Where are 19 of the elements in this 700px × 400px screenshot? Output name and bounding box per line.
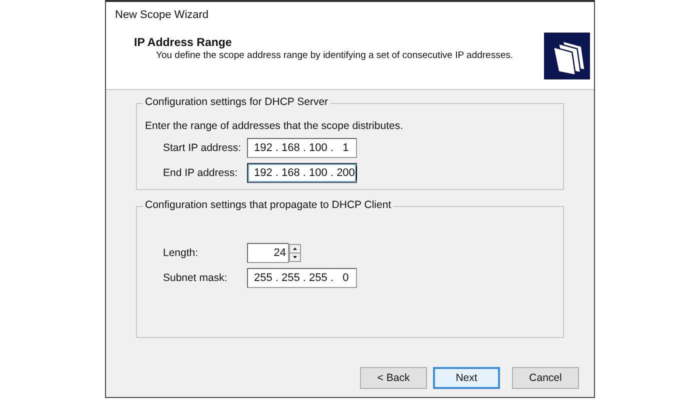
folders-icon <box>544 30 590 82</box>
window-title: New Scope Wizard <box>115 9 209 21</box>
page-subtitle: You define the scope address range by identifying a set of consecutive IP addresses. <box>155 50 514 61</box>
group-description: Enter the range of addresses that the scope distributes. <box>145 120 404 132</box>
wizard-button[interactable]: Next <box>433 367 500 389</box>
page-title: IP Address Range <box>134 37 233 49</box>
wizard-button[interactable]: < Back <box>360 367 427 389</box>
field-label: End IP address: <box>163 167 239 179</box>
ip-address-field[interactable]: 192 . 168 . 100 . 1 <box>247 138 357 158</box>
field-label: Subnet mask: <box>163 272 228 284</box>
field-label: Length: <box>163 247 200 259</box>
wizard-button[interactable]: Cancel <box>512 367 579 389</box>
length-field[interactable]: 24 <box>247 243 289 263</box>
ip-address-field[interactable]: 255 . 255 . 255 . 0 <box>247 268 357 288</box>
group-legend: Configuration settings for DHCP Server <box>143 96 330 108</box>
field-label: Start IP address: <box>163 142 242 154</box>
group-legend: Configuration settings that propagate to DHCP Client <box>143 199 394 211</box>
spin-arrows-icon[interactable] <box>289 244 301 262</box>
ip-address-field[interactable]: 192 . 168 . 100 . 200 <box>247 163 357 183</box>
